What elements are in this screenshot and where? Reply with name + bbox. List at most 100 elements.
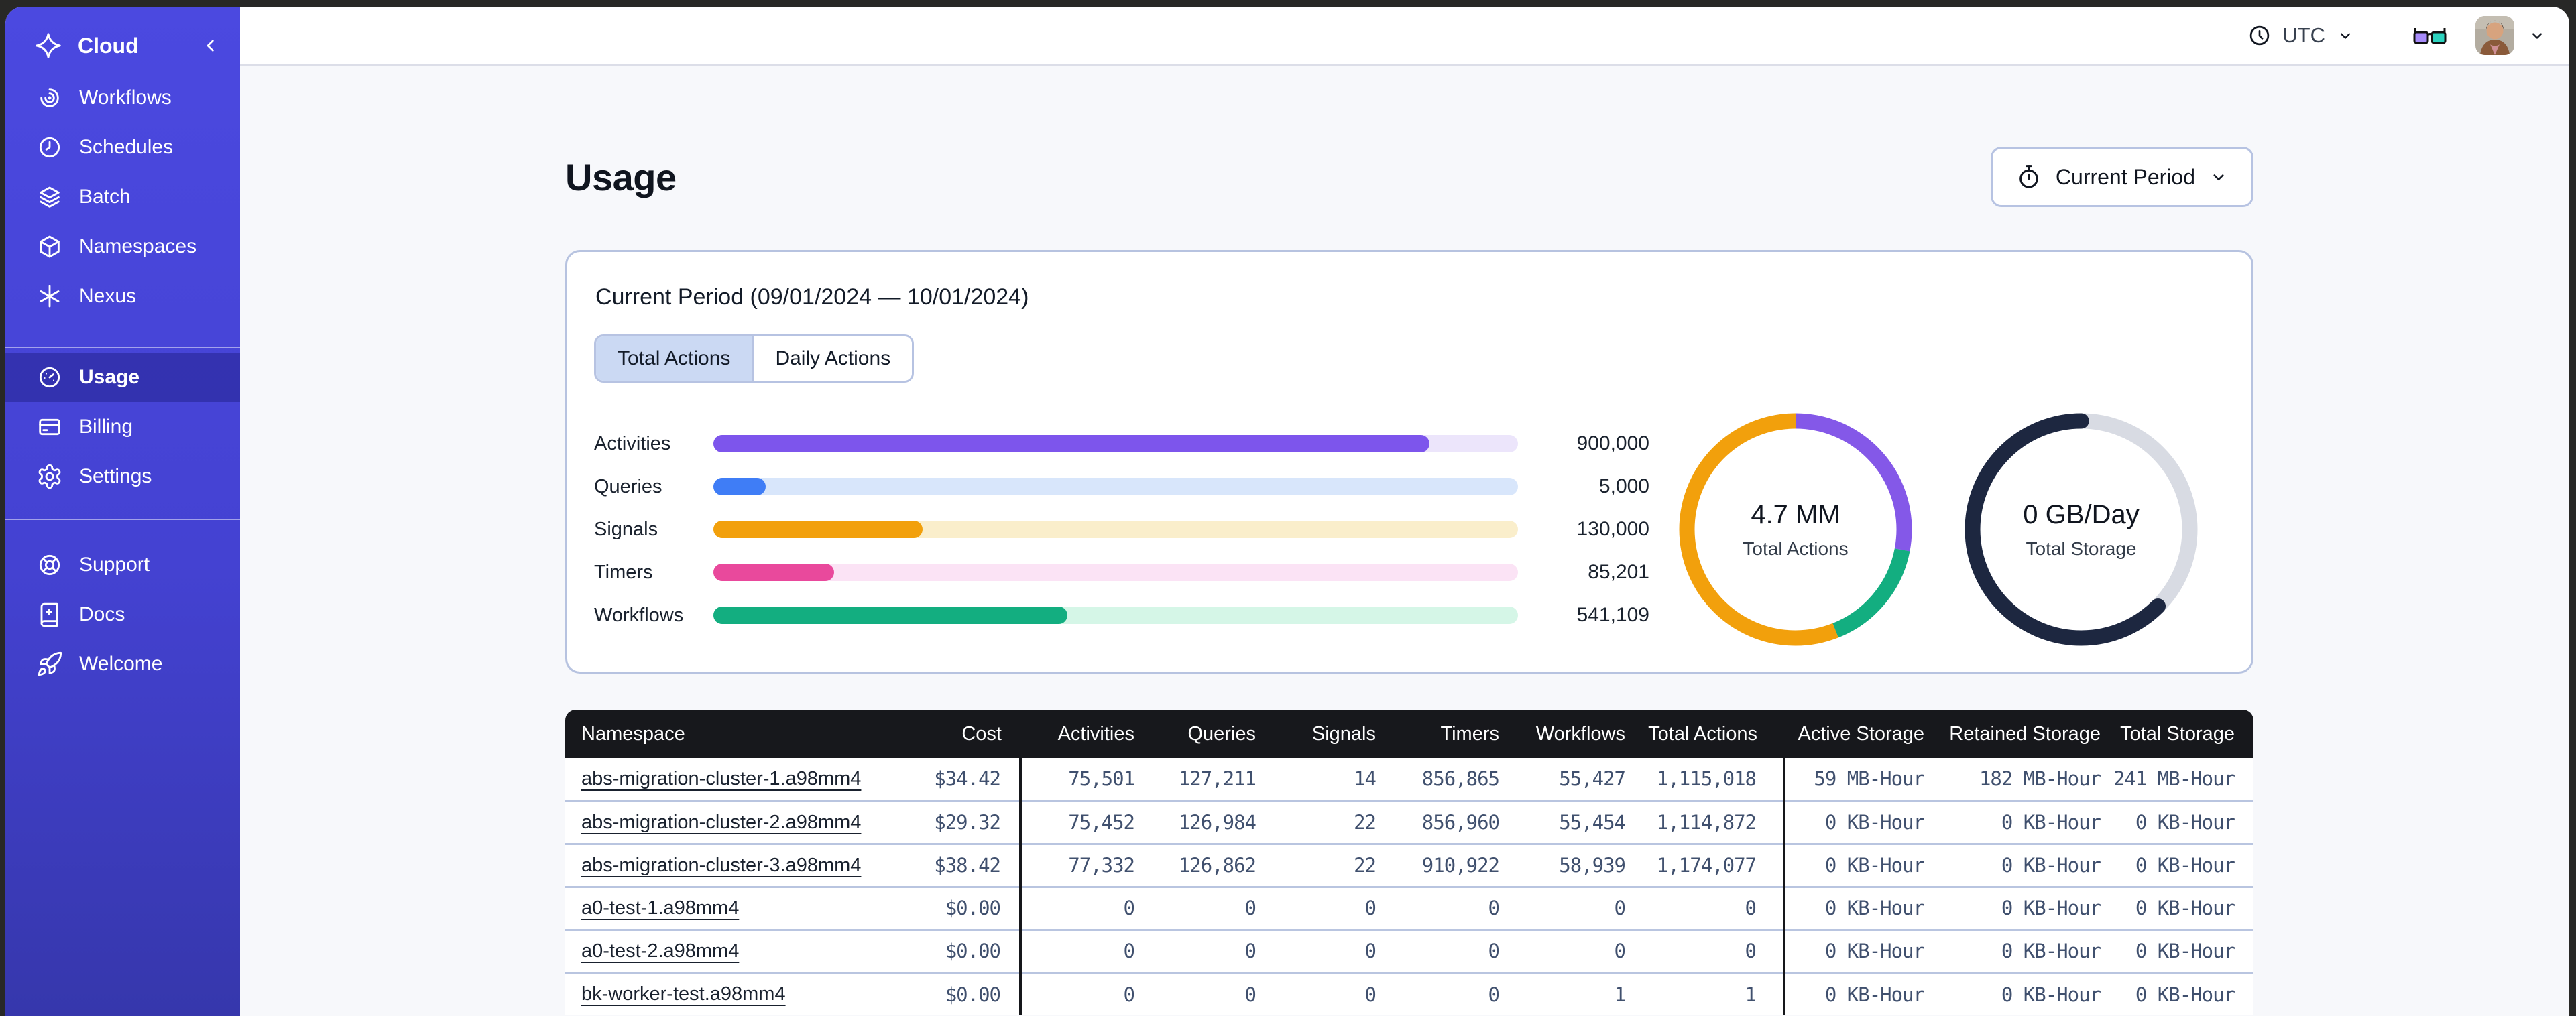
tab-daily-actions[interactable]: Daily Actions	[752, 336, 913, 381]
namespace-link[interactable]: a0-test-2.a98mm4	[581, 940, 739, 962]
usage-bar-row: Signals 130,000	[594, 518, 1652, 540]
glasses-icon[interactable]	[2412, 24, 2447, 47]
table-cell: 1	[1641, 971, 1785, 1015]
donut-center-label: Total Actions	[1743, 537, 1849, 559]
sidebar-item-label: Namespaces	[79, 235, 197, 257]
table-cell: 0 KB-Hour	[2106, 800, 2253, 844]
sidebar-nav-help: Support Docs Welcome	[5, 540, 240, 689]
batch-icon	[36, 184, 63, 210]
table-cell: 0 KB-Hour	[1930, 971, 2106, 1015]
table-cell: 0	[1272, 928, 1392, 972]
workflows-bar-track	[713, 607, 1518, 624]
namespace-cell: a0-test-1.a98mm4	[565, 885, 841, 930]
sidebar-item-nexus[interactable]: Nexus	[5, 271, 240, 321]
sidebar-item-schedules[interactable]: Schedules	[5, 123, 240, 172]
namespace-link[interactable]: a0-test-1.a98mm4	[581, 897, 739, 919]
timers-bar-fill	[713, 564, 834, 581]
sidebar-item-namespaces[interactable]: Namespaces	[5, 222, 240, 271]
totals-donut-charts: 4.7 MM Total Actions 0 GB/Day Total Storage	[1652, 405, 2225, 653]
namespace-usage-table: Namespace Cost Activities Queries Signals Tim…	[565, 710, 2253, 1015]
table-cell: 0 KB-Hour	[2106, 971, 2253, 1015]
welcome-icon	[36, 651, 63, 678]
timezone-selector[interactable]: UTC	[2247, 23, 2355, 48]
account-menu-chevron[interactable]	[2528, 26, 2546, 45]
namespace-link[interactable]: abs-migration-cluster-2.a98mm4	[581, 812, 861, 833]
table-cell: 22	[1272, 842, 1392, 887]
usage-bar-row: Workflows 541,109	[594, 604, 1652, 626]
sidebar-item-billing[interactable]: Billing	[5, 402, 240, 452]
sidebar-item-usage[interactable]: Usage	[5, 353, 240, 402]
table-cell: 0 KB-Hour	[1784, 928, 1930, 972]
table-cell: 0 KB-Hour	[2106, 842, 2253, 887]
column-header: Timers	[1392, 710, 1515, 758]
namespace-link[interactable]: bk-worker-test.a98mm4	[581, 983, 786, 1005]
table-cell: 0 KB-Hour	[1930, 800, 2106, 844]
signals-bar-fill	[713, 521, 923, 538]
namespace-cell: abs-migration-cluster-3.a98mm4	[565, 842, 861, 887]
bar-value: 130,000	[1576, 518, 1649, 540]
sidebar-item-welcome[interactable]: Welcome	[5, 639, 240, 689]
sidebar-nav-main: Workflows Schedules Batch Namespaces Nexus	[5, 73, 240, 321]
table-cell: 0	[1151, 928, 1272, 972]
namespace-cell: abs-migration-cluster-2.a98mm4	[565, 800, 861, 844]
bar-value: 900,000	[1576, 432, 1649, 454]
bar-value: 85,201	[1588, 561, 1649, 583]
table-cell: 0 KB-Hour	[2106, 885, 2253, 930]
sidebar-item-batch[interactable]: Batch	[5, 172, 240, 222]
card-title: Current Period (09/01/2024 — 10/01/2024)	[595, 284, 1029, 310]
sidebar-item-settings[interactable]: Settings	[5, 452, 240, 501]
donut-center-label: Total Storage	[2026, 537, 2137, 559]
bar-value: 5,000	[1598, 475, 1649, 497]
table-row: bk-worker-test.a98mm4 $0.00 0 0 0 0 1 1 0 KB-Hou…	[565, 971, 2253, 1015]
usage-summary-card: Current Period (09/01/2024 — 10/01/2024)…	[565, 250, 2253, 674]
sidebar-item-workflows[interactable]: Workflows	[5, 73, 240, 123]
sidebar-item-support[interactable]: Support	[5, 540, 240, 590]
nexus-icon	[36, 283, 63, 310]
table-cell: 0 KB-Hour	[2106, 928, 2253, 972]
signals-bar-track	[713, 521, 1518, 538]
column-header: Workflows	[1515, 710, 1641, 758]
sidebar-item-label: Schedules	[79, 136, 174, 158]
billing-icon	[36, 414, 63, 440]
actions-bar-chart: Activities 900,000 Queries 5,000 Signals 130,…	[594, 432, 1652, 626]
table-cell: 1,174,077	[1641, 842, 1785, 887]
table-cell: 0 KB-Hour	[1784, 842, 1930, 887]
namespace-cell: a0-test-2.a98mm4	[565, 928, 841, 972]
actions-tab-group: Total Actions Daily Actions	[594, 334, 915, 383]
table-cell: 0	[1515, 928, 1641, 972]
period-selector-button[interactable]: Current Period	[1990, 147, 2253, 207]
table-cell: 0	[1020, 885, 1151, 930]
column-header: Namespace	[565, 710, 841, 758]
bar-label: Signals	[594, 518, 658, 540]
table-cell: 127,211	[1151, 758, 1272, 801]
tab-total-actions[interactable]: Total Actions	[596, 336, 752, 381]
table-cell: 0 KB-Hour	[1784, 971, 1930, 1015]
column-header: Active Storage	[1784, 710, 1930, 758]
namespace-link[interactable]: abs-migration-cluster-1.a98mm4	[581, 768, 861, 789]
avatar[interactable]	[2475, 16, 2514, 55]
table-cell: 0	[1515, 885, 1641, 930]
table-cell: 0	[1151, 885, 1272, 930]
bar-label: Activities	[594, 432, 671, 454]
column-header: Signals	[1272, 710, 1392, 758]
sidebar-nav-account: Usage Billing Settings	[5, 353, 240, 501]
namespace-link[interactable]: abs-migration-cluster-3.a98mm4	[581, 854, 861, 876]
sidebar-item-docs[interactable]: Docs	[5, 590, 240, 639]
docs-icon	[36, 601, 63, 628]
sidebar-item-label: Workflows	[79, 86, 172, 109]
table-cell: 0	[1020, 928, 1151, 972]
sidebar-item-label: Settings	[79, 465, 152, 487]
workflows-bar-fill	[713, 607, 1067, 624]
table-cell: 0	[1392, 971, 1515, 1015]
table-cell: 0	[1392, 885, 1515, 930]
table-cell: 856,865	[1392, 758, 1515, 801]
table-cell: 0 KB-Hour	[1784, 885, 1930, 930]
column-header: Cost	[841, 710, 1020, 758]
table-cell: 0	[1392, 928, 1515, 972]
activities-bar-fill	[713, 435, 1429, 452]
table-cell: 0 KB-Hour	[1930, 842, 2106, 887]
bar-value: 541,109	[1576, 604, 1649, 626]
table-cell: 59 MB-Hour	[1784, 758, 1930, 801]
usage-icon	[36, 364, 63, 391]
sidebar-collapse-button[interactable]	[200, 35, 221, 56]
